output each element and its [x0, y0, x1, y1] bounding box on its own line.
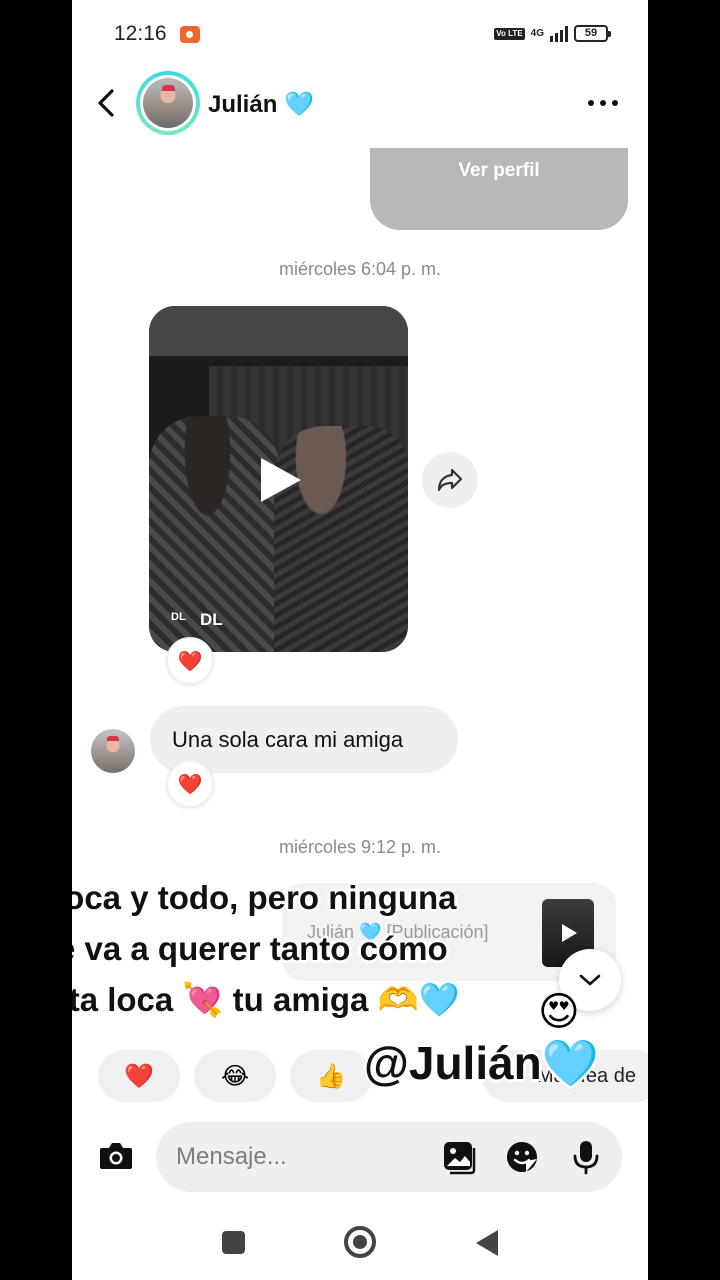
heart-reaction[interactable]: ❤️ — [166, 760, 214, 808]
overlay-mention: @Julián🩵 — [364, 1037, 600, 1089]
home-button[interactable] — [344, 1226, 376, 1258]
contact-avatar[interactable] — [136, 71, 200, 135]
video-source-label: DL — [200, 610, 223, 629]
chevron-down-icon — [579, 974, 601, 986]
gallery-icon[interactable] — [441, 1139, 477, 1175]
sticker-icon[interactable] — [504, 1139, 540, 1175]
status-indicators: Vo LTE 4G 59 — [494, 25, 611, 42]
signal-icon — [550, 25, 568, 42]
network-type: 4G — [530, 28, 544, 39]
status-time: 12:16 — [114, 22, 167, 45]
quick-reaction-heart[interactable]: ❤️ — [98, 1050, 180, 1102]
share-button[interactable] — [422, 452, 478, 508]
view-profile-button[interactable]: Ver perfil — [370, 160, 628, 182]
caption-line: esta loca 💘 tu amiga 🫶🩵 — [72, 981, 460, 1018]
screen-record-icon — [180, 26, 200, 43]
sender-avatar[interactable] — [91, 729, 135, 773]
caption-line: te va a querer tanto cómo — [72, 930, 448, 967]
back-arrow-icon[interactable] — [92, 88, 122, 118]
quick-reaction-thumbs-up[interactable]: 👍 — [290, 1050, 372, 1102]
message-timestamp: miércoles 9:12 p. m. — [278, 837, 442, 857]
caption-line: Loca y todo, pero ninguna — [72, 879, 457, 916]
quick-reaction-laugh[interactable]: 😂 — [194, 1050, 276, 1102]
microphone-icon[interactable] — [568, 1139, 604, 1175]
share-arrow-icon — [437, 468, 463, 492]
shared-video[interactable]: DL DL — [149, 306, 408, 652]
overlay-caption: Loca y todo, pero ninguna te va a querer… — [72, 872, 512, 1025]
play-icon[interactable] — [261, 458, 301, 502]
dl-logo-icon: DL — [171, 611, 186, 623]
volte-icon: Vo LTE — [494, 27, 525, 40]
contact-name[interactable]: Julián 🩵 — [208, 90, 314, 119]
light-blue-heart-icon: 🩵 — [284, 91, 314, 118]
message-input[interactable] — [176, 1140, 426, 1174]
nav-back-button[interactable] — [476, 1230, 498, 1256]
message-timestamp: miércoles 6:04 p. m. — [278, 259, 442, 279]
heart-reaction[interactable]: ❤️ — [166, 637, 214, 685]
battery-icon: 59 — [574, 25, 611, 42]
recents-button[interactable] — [222, 1231, 245, 1254]
more-options-icon[interactable] — [588, 100, 618, 106]
message-composer[interactable] — [156, 1122, 622, 1192]
heart-eyes-emoji: 😍 — [538, 990, 580, 1034]
camera-icon[interactable] — [98, 1140, 134, 1172]
phone-screen: 12:16 Vo LTE 4G 59 Julián 🩵 Ver perfil m… — [72, 0, 648, 1280]
